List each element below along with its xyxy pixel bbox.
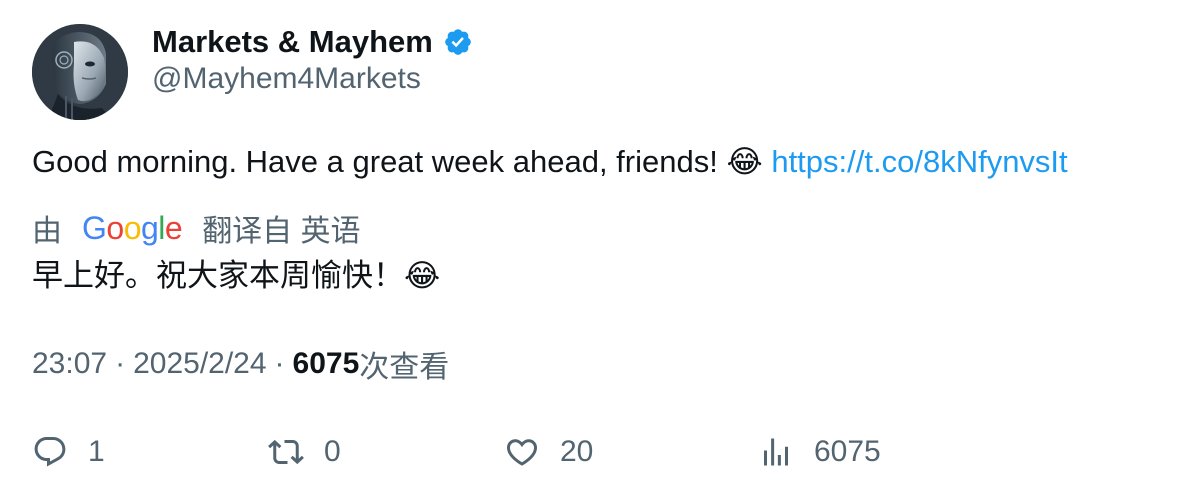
- reply-button[interactable]: 1: [32, 428, 105, 476]
- author-handle[interactable]: @Mayhem4Markets: [152, 62, 421, 96]
- like-count: 20: [560, 435, 594, 468]
- laughing-emoji-icon: 😂: [404, 258, 441, 293]
- laughing-emoji-icon: 😂: [726, 144, 763, 180]
- tweet: Markets & Mayhem @Mayhem4Markets Good mo…: [0, 0, 1196, 498]
- avatar[interactable]: [32, 24, 128, 120]
- translated-body: 早上好。祝大家本周愉快！: [32, 258, 404, 293]
- translation-suffix: 翻译自 英语: [202, 215, 361, 248]
- tweet-meta: 23:07 · 2025/2/24 · 6075 次查看: [32, 342, 449, 386]
- heart-icon: [506, 439, 538, 466]
- display-name[interactable]: Markets & Mayhem: [152, 24, 433, 60]
- translated-text: 早上好。祝大家本周愉快！😂: [32, 254, 440, 298]
- retweet-button[interactable]: 0: [268, 428, 341, 476]
- like-button[interactable]: 20: [504, 428, 593, 476]
- reply-count: 1: [88, 435, 105, 468]
- retweet-icon: [268, 439, 304, 465]
- analytics-icon: [764, 438, 788, 466]
- google-logo[interactable]: Google: [82, 210, 183, 247]
- tweet-link[interactable]: https://t.co/8kNfynvsIt: [771, 144, 1067, 179]
- action-bar: 1 0 20 6075: [0, 428, 1196, 476]
- translation-prefix: 由: [32, 215, 62, 248]
- views-count: 6075: [292, 347, 360, 380]
- meta-separator: ·: [115, 347, 126, 380]
- tweet-text: Good morning. Have a great week ahead, f…: [32, 140, 1068, 184]
- retweet-count: 0: [324, 435, 341, 468]
- tweet-body: Good morning. Have a great week ahead, f…: [32, 144, 727, 179]
- reply-icon: [34, 437, 66, 467]
- translation-attribution: 由 Google 翻译自 英语: [32, 206, 361, 250]
- tweet-date[interactable]: 2025/2/24: [133, 347, 266, 381]
- views-action-count: 6075: [814, 435, 881, 468]
- robot-portrait-icon: [32, 24, 128, 120]
- tweet-time[interactable]: 23:07: [32, 347, 107, 381]
- views-button[interactable]: 6075: [758, 428, 881, 476]
- verified-badge-icon: [445, 29, 471, 55]
- views-label: 次查看: [359, 351, 450, 384]
- author-name-row: Markets & Mayhem: [152, 22, 473, 62]
- meta-separator: ·: [274, 347, 285, 380]
